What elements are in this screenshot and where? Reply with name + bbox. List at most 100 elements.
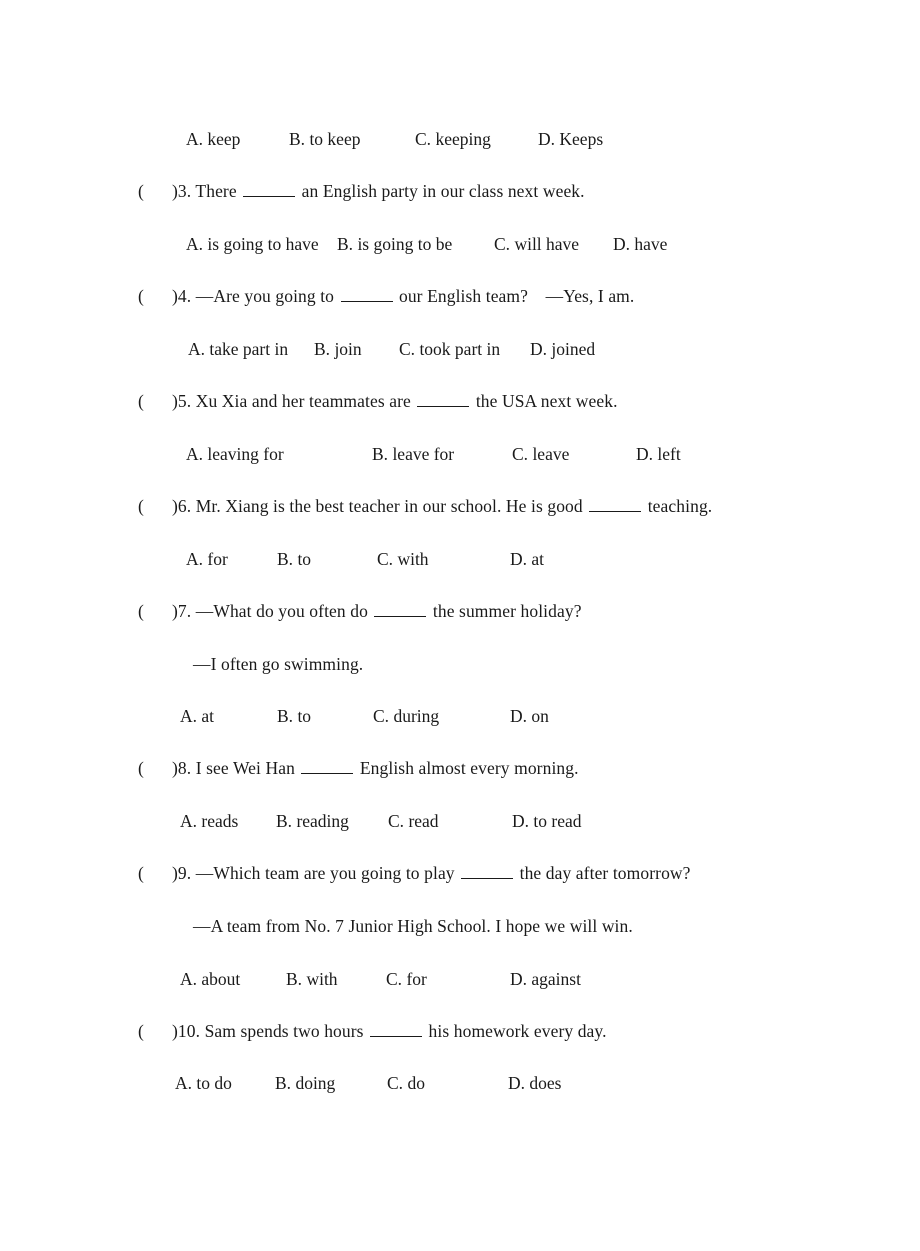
- question-stem-9: ()9. —Which team are you going to play t…: [138, 863, 691, 883]
- option-a[interactable]: A. to do: [175, 1073, 232, 1093]
- option-c[interactable]: C. do: [387, 1073, 425, 1093]
- option-a[interactable]: A. is going to have: [186, 234, 319, 254]
- option-c[interactable]: C. for: [386, 969, 427, 989]
- option-d[interactable]: D. left: [636, 444, 681, 464]
- option-b[interactable]: B. to keep: [289, 129, 360, 149]
- question-number: )9.: [172, 863, 192, 883]
- option-a[interactable]: A. take part in: [188, 339, 288, 359]
- question-number: )5.: [172, 391, 192, 411]
- worksheet-content: A. keep B. to keep C. keeping D. Keeps (…: [0, 0, 920, 1251]
- answer-bracket-open[interactable]: (: [138, 1021, 172, 1041]
- option-a[interactable]: A. keep: [186, 129, 240, 149]
- option-d[interactable]: D. Keeps: [538, 129, 603, 149]
- option-text: doing: [295, 1073, 336, 1093]
- answer-blank[interactable]: [417, 391, 470, 407]
- option-b[interactable]: B. to: [277, 706, 311, 726]
- stem-text-after: an English party in our class next week.: [297, 181, 585, 201]
- answer-blank[interactable]: [589, 496, 642, 512]
- option-text: leave for: [392, 444, 455, 464]
- option-d[interactable]: D. on: [510, 706, 549, 726]
- option-b[interactable]: B. is going to be: [337, 234, 452, 254]
- option-b[interactable]: B. join: [314, 339, 362, 359]
- option-letter: D.: [530, 339, 548, 359]
- option-a[interactable]: A. about: [180, 969, 240, 989]
- option-letter: B.: [289, 129, 306, 149]
- question-reply-9: —A team from No. 7 Junior High School. I…: [193, 916, 633, 936]
- stem-text-before: Mr. Xiang is the best teacher in our sch…: [191, 496, 588, 516]
- question-reply-7: —I often go swimming.: [193, 654, 364, 674]
- option-text: to: [297, 706, 312, 726]
- question-number: )8.: [172, 758, 192, 778]
- option-letter: C.: [373, 706, 390, 726]
- answer-blank[interactable]: [301, 758, 354, 774]
- stem-text-after: the USA next week.: [471, 391, 618, 411]
- option-text: at: [531, 549, 545, 569]
- option-d[interactable]: D. joined: [530, 339, 595, 359]
- option-a[interactable]: A. at: [180, 706, 214, 726]
- option-d[interactable]: D. to read: [512, 811, 582, 831]
- option-letter: D.: [510, 969, 528, 989]
- answer-bracket-open[interactable]: (: [138, 391, 172, 411]
- stem-text-before: I see Wei Han: [191, 758, 300, 778]
- option-d[interactable]: D. does: [508, 1073, 561, 1093]
- option-d[interactable]: D. against: [510, 969, 581, 989]
- option-letter: D.: [508, 1073, 526, 1093]
- option-text: took part in: [419, 339, 501, 359]
- stem-text-before: —Which team are you going to play: [191, 863, 460, 883]
- answer-blank[interactable]: [374, 601, 427, 617]
- option-c[interactable]: C. leave: [512, 444, 569, 464]
- option-letter: B.: [276, 811, 293, 831]
- option-letter: D.: [613, 234, 631, 254]
- option-c[interactable]: C. with: [377, 549, 429, 569]
- option-text: to keep: [309, 129, 361, 149]
- answer-bracket-open[interactable]: (: [138, 758, 172, 778]
- option-letter: C.: [386, 969, 403, 989]
- answer-blank[interactable]: [461, 863, 514, 879]
- option-b[interactable]: B. reading: [276, 811, 349, 831]
- option-letter: D.: [636, 444, 654, 464]
- option-letter: C.: [388, 811, 405, 831]
- option-text: have: [634, 234, 668, 254]
- question-number: )6.: [172, 496, 192, 516]
- option-letter: C.: [399, 339, 416, 359]
- stem-text-before: Sam spends two hours: [200, 1021, 369, 1041]
- option-b[interactable]: B. with: [286, 969, 338, 989]
- stem-text-before: Xu Xia and her teammates are: [191, 391, 416, 411]
- answer-bracket-open[interactable]: (: [138, 863, 172, 883]
- option-text: reads: [201, 811, 239, 831]
- option-b[interactable]: B. to: [277, 549, 311, 569]
- option-c[interactable]: C. read: [388, 811, 439, 831]
- answer-bracket-open[interactable]: (: [138, 601, 172, 621]
- option-a[interactable]: A. for: [186, 549, 228, 569]
- option-c[interactable]: C. will have: [494, 234, 579, 254]
- answer-bracket-open[interactable]: (: [138, 286, 172, 306]
- question-stem-3: ()3. There an English party in our class…: [138, 181, 585, 201]
- question-stem-5: ()5. Xu Xia and her teammates are the US…: [138, 391, 618, 411]
- option-c[interactable]: C. keeping: [415, 129, 491, 149]
- answer-bracket-open[interactable]: (: [138, 496, 172, 516]
- answer-blank[interactable]: [340, 286, 393, 302]
- option-a[interactable]: A. leaving for: [186, 444, 284, 464]
- option-c[interactable]: C. during: [373, 706, 439, 726]
- option-text: for: [406, 969, 427, 989]
- option-a[interactable]: A. reads: [180, 811, 238, 831]
- question-stem-4: ()4. —Are you going to our English team?…: [138, 286, 634, 306]
- option-text: is going to have: [207, 234, 319, 254]
- option-b[interactable]: B. doing: [275, 1073, 335, 1093]
- option-c[interactable]: C. took part in: [399, 339, 500, 359]
- question-number: )7.: [172, 601, 192, 621]
- option-d[interactable]: D. at: [510, 549, 544, 569]
- option-letter: B.: [286, 969, 303, 989]
- option-text: joined: [551, 339, 596, 359]
- option-text: with: [397, 549, 429, 569]
- answer-blank[interactable]: [370, 1021, 423, 1037]
- option-letter: C.: [377, 549, 394, 569]
- option-b[interactable]: B. leave for: [372, 444, 454, 464]
- stem-text-after: our English team? —Yes, I am.: [394, 286, 635, 306]
- answer-blank[interactable]: [243, 181, 296, 197]
- question-number: )4.: [172, 286, 192, 306]
- option-d[interactable]: D. have: [613, 234, 667, 254]
- stem-text-after: the summer holiday?: [428, 601, 582, 621]
- answer-bracket-open[interactable]: (: [138, 181, 172, 201]
- question-number: )10.: [172, 1021, 201, 1041]
